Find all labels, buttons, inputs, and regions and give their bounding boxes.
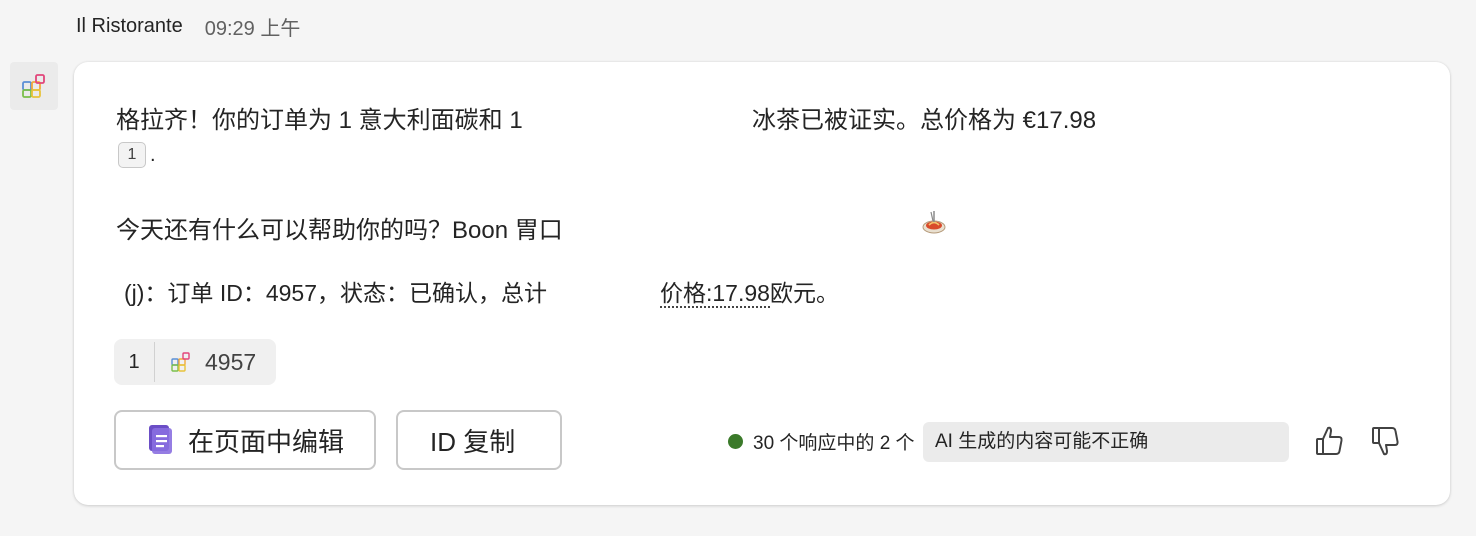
- message-timestamp: 09:29 上午: [204, 17, 301, 40]
- response-counter: 30 个响应中的 2 个: [728, 428, 915, 455]
- sender-name: Il Ristorante: [76, 14, 183, 37]
- bot-avatar[interactable]: [10, 62, 58, 110]
- copy-id-button[interactable]: ID 复制: [396, 410, 562, 470]
- order-confirmation-text: 格拉齐！你的订单为 1 意大利面碳和 1: [116, 107, 523, 134]
- reference-order-id: 4957: [205, 348, 257, 375]
- thumbs-down-icon[interactable]: [1370, 424, 1402, 458]
- message-card: 格拉齐！你的订单为 1 意大利面碳和 1 冰茶已被证实。总价格为 €17.98 …: [74, 62, 1450, 505]
- reference-divider: [154, 342, 155, 382]
- app-grid-icon: [171, 352, 190, 372]
- reference-number: 1: [128, 350, 140, 373]
- thumbs-up-icon[interactable]: [1314, 424, 1346, 458]
- loop-page-icon: [149, 425, 172, 454]
- ai-disclaimer: AI 生成的内容可能不正确: [923, 422, 1289, 462]
- spaghetti-emoji-icon: [922, 211, 946, 234]
- status-dot-icon: [728, 434, 743, 449]
- citation-number[interactable]: 1: [118, 142, 146, 168]
- price-currency: 欧元。: [769, 280, 839, 306]
- response-counter-text: 30 个响应中的 2 个: [753, 433, 915, 454]
- follow-up-question: 今天还有什么可以帮助你的吗？Boon 胃口: [116, 217, 563, 244]
- order-confirmation-text-continued: 冰茶已被证实。总价格为 €17.98: [752, 107, 1097, 134]
- copy-id-label: ID 复制: [430, 426, 516, 457]
- citation-trailing: .: [150, 143, 156, 166]
- app-grid-icon: [22, 74, 45, 98]
- citation-marker[interactable]: 1 .: [118, 142, 156, 168]
- edit-in-page-button[interactable]: 在页面中编辑: [114, 410, 376, 470]
- message-header: Il Ristorante 09:29 上午: [76, 12, 300, 40]
- edit-in-page-label: 在页面中编辑: [188, 426, 345, 457]
- price-label: 价格:17.98: [660, 280, 770, 308]
- reference-chip[interactable]: 1 4957: [114, 339, 276, 385]
- order-summary-text: (j)：订单 ID：4957，状态：已确认，总计: [124, 280, 547, 306]
- order-summary-text-continued: 价格:17.98欧元。: [660, 274, 839, 308]
